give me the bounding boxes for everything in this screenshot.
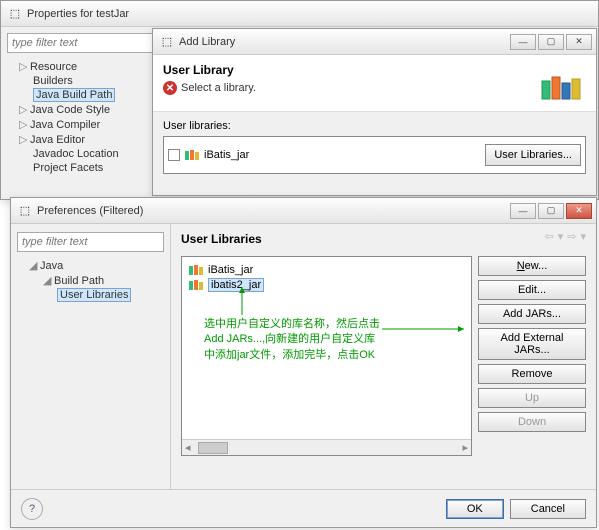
tree-item-user-libraries[interactable]: User Libraries bbox=[29, 288, 164, 302]
cancel-button[interactable]: Cancel bbox=[510, 499, 586, 519]
down-button: Down bbox=[478, 412, 586, 432]
window-icon: ⬚ bbox=[159, 34, 175, 50]
prefs-heading: User Libraries bbox=[181, 232, 586, 246]
list-item[interactable]: iBatis_jar bbox=[168, 141, 485, 169]
nav-arrows: ⇦▾ ⇨▾ bbox=[545, 230, 587, 243]
scrollbar-thumb[interactable] bbox=[198, 442, 228, 454]
remove-button[interactable]: Remove bbox=[478, 364, 586, 384]
list-item-label: iBatis_jar bbox=[208, 264, 253, 276]
prefs-filter-input[interactable] bbox=[17, 232, 164, 252]
close-button[interactable]: ✕ bbox=[566, 34, 592, 50]
close-button[interactable]: ✕ bbox=[566, 203, 592, 219]
library-icon bbox=[188, 279, 204, 291]
minimize-button[interactable]: — bbox=[510, 34, 536, 50]
up-button: Up bbox=[478, 388, 586, 408]
preferences-dialog: ⬚ Preferences (Filtered) — ▢ ✕ ◢Java ◢Bu… bbox=[10, 197, 597, 528]
forward-icon[interactable]: ⇨ bbox=[567, 230, 576, 243]
library-buttons: New... Edit... Add JARs... Add External … bbox=[478, 256, 586, 456]
tree-item-java[interactable]: ◢Java bbox=[29, 258, 164, 273]
add-external-jars-button[interactable]: Add External JARs... bbox=[478, 328, 586, 360]
addlib-title: Add Library bbox=[179, 36, 510, 48]
maximize-button[interactable]: ▢ bbox=[538, 203, 564, 219]
tree-item-build-path[interactable]: ◢Build Path bbox=[29, 273, 164, 288]
user-libraries-label: User libraries: bbox=[163, 120, 586, 132]
chevron-right-icon: ▷ bbox=[19, 103, 28, 116]
ok-button[interactable]: OK bbox=[446, 499, 504, 519]
chevron-down-icon: ◢ bbox=[43, 274, 52, 287]
properties-titlebar[interactable]: ⬚ Properties for testJar bbox=[1, 1, 598, 27]
list-item[interactable]: iBatis_jar bbox=[188, 263, 465, 277]
add-jars-button[interactable]: Add JARs... bbox=[478, 304, 586, 324]
prefs-sidebar: ◢Java ◢Build Path User Libraries bbox=[11, 224, 171, 489]
new-button[interactable]: New... bbox=[478, 256, 586, 276]
prefs-main: User Libraries ⇦▾ ⇨▾ iBatis_jar ibatis2_… bbox=[171, 224, 596, 489]
list-item-label: iBatis_jar bbox=[204, 149, 249, 161]
chevron-right-icon: ▷ bbox=[19, 60, 28, 73]
window-icon: ⬚ bbox=[17, 203, 33, 219]
chevron-right-icon: ▷ bbox=[19, 133, 28, 146]
back-icon[interactable]: ⇦ bbox=[545, 230, 554, 243]
list-item-label: ibatis2_jar bbox=[208, 278, 264, 292]
user-libraries-button[interactable]: User Libraries... bbox=[485, 144, 581, 166]
addlib-heading: User Library bbox=[163, 63, 538, 77]
add-library-dialog: ⬚ Add Library — ▢ ✕ User Library ✕ Selec… bbox=[152, 28, 597, 196]
library-list[interactable]: iBatis_jar ibatis2_jar 选中用户自定义的库名称，然后点击 … bbox=[181, 256, 472, 456]
error-icon: ✕ bbox=[163, 81, 177, 95]
edit-button[interactable]: Edit... bbox=[478, 280, 586, 300]
properties-title: Properties for testJar bbox=[27, 8, 594, 20]
library-icon bbox=[184, 149, 200, 161]
user-libraries-list[interactable]: iBatis_jar User Libraries... bbox=[163, 136, 586, 174]
prefs-footer: ? OK Cancel bbox=[11, 489, 596, 527]
library-books-icon bbox=[538, 63, 586, 103]
prefs-titlebar[interactable]: ⬚ Preferences (Filtered) — ▢ ✕ bbox=[11, 198, 596, 224]
annotation-text: 选中用户自定义的库名称，然后点击 Add JARs...,向新建的用户自定义库 … bbox=[204, 317, 380, 363]
help-button[interactable]: ? bbox=[21, 498, 43, 520]
addlib-error-text: Select a library. bbox=[181, 82, 256, 94]
prefs-title: Preferences (Filtered) bbox=[37, 205, 510, 217]
chevron-right-icon: ▷ bbox=[19, 118, 28, 131]
scroll-left-icon[interactable]: ◂ bbox=[182, 441, 194, 454]
addlib-titlebar[interactable]: ⬚ Add Library — ▢ ✕ bbox=[153, 29, 596, 55]
window-icon: ⬚ bbox=[7, 6, 23, 22]
list-item-selected[interactable]: ibatis2_jar bbox=[188, 277, 465, 293]
library-icon bbox=[188, 264, 204, 276]
scroll-right-icon[interactable]: ▸ bbox=[459, 441, 471, 454]
maximize-button[interactable]: ▢ bbox=[538, 34, 564, 50]
checkbox[interactable] bbox=[168, 149, 180, 161]
horizontal-scrollbar[interactable]: ◂ ▸ bbox=[182, 439, 471, 455]
chevron-down-icon: ◢ bbox=[29, 259, 38, 272]
minimize-button[interactable]: — bbox=[510, 203, 536, 219]
